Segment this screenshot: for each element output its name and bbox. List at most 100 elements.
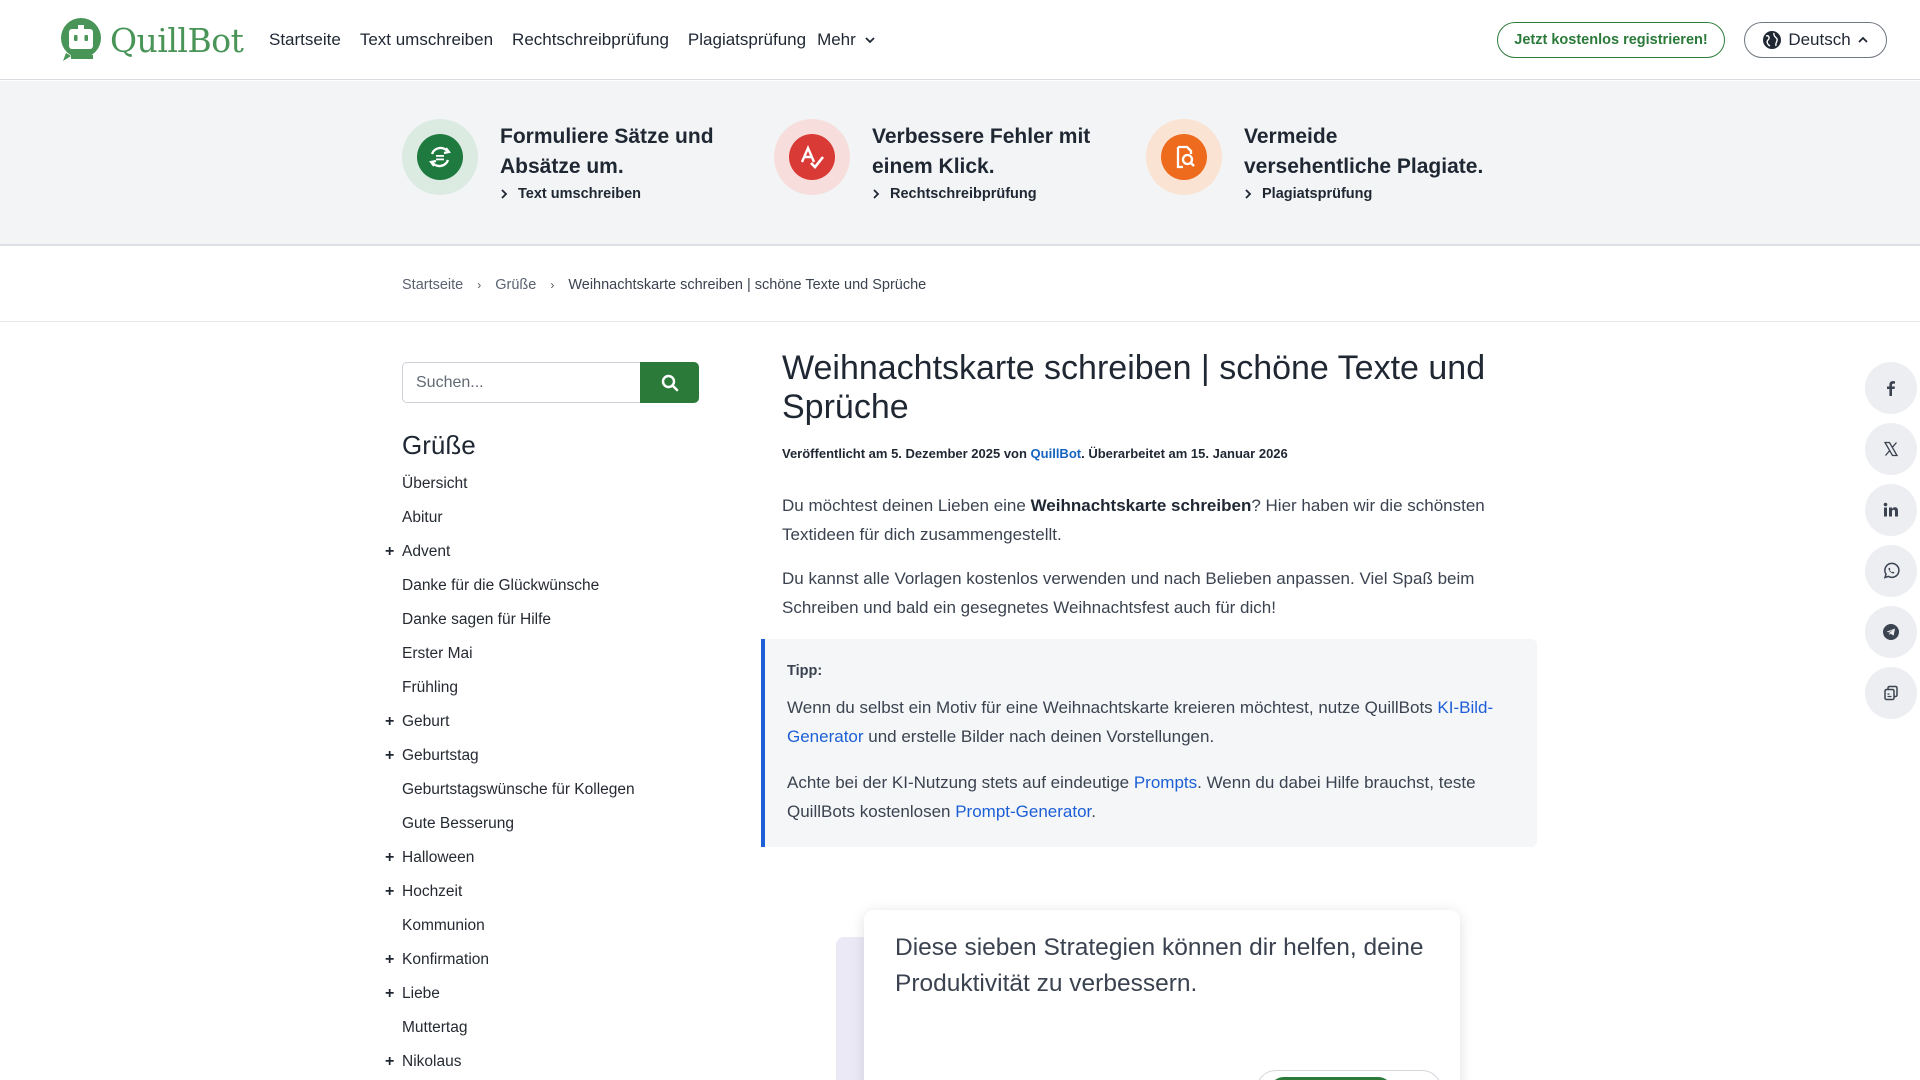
expand-plus-icon[interactable]: + — [385, 948, 394, 972]
share-column — [1865, 362, 1917, 728]
card-toggle[interactable] — [1256, 1070, 1442, 1080]
expand-plus-icon[interactable]: + — [385, 880, 394, 904]
sidebar-search — [402, 362, 699, 403]
nav-text-umschreiben[interactable]: Text umschreiben — [360, 30, 493, 50]
share-x-button[interactable] — [1865, 423, 1917, 475]
sidebar-item[interactable]: Gute Besserung — [402, 812, 635, 846]
sidebar-item[interactable]: + Halloween — [385, 846, 635, 880]
sidebar-item-label: Abitur — [402, 509, 443, 526]
sidebar-item-label: Hochzeit — [402, 883, 463, 900]
page-title: Weihnachtskarte schreiben | schöne Texte… — [782, 349, 1486, 426]
sidebar-item-label: Konfirmation — [402, 951, 490, 968]
telegram-icon — [1883, 624, 1899, 640]
search-input[interactable] — [402, 362, 640, 403]
intro-paragraph-2: Du kannst alle Vorlagen kostenlos verwen… — [782, 569, 1475, 617]
sidebar-item-label: Advent — [402, 543, 451, 560]
promo-plagiarism-link-label: Plagiatsprüfung — [1262, 186, 1373, 202]
whatsapp-icon — [1883, 562, 1900, 579]
nav-more-dropdown[interactable]: Mehr — [817, 30, 876, 50]
sidebar-item[interactable]: + Hochzeit — [385, 880, 635, 914]
search-button[interactable] — [640, 362, 699, 403]
breadcrumb-gruesse[interactable]: Grüße — [495, 277, 536, 293]
nav-rechtschreibpruefung[interactable]: Rechtschreibprüfung — [512, 30, 669, 50]
share-facebook-button[interactable] — [1865, 362, 1917, 414]
sidebar-item-label: Danke für die Glückwünsche — [402, 577, 600, 594]
expand-plus-icon[interactable]: + — [385, 1050, 394, 1074]
sidebar-item[interactable]: Erster Mai — [402, 642, 635, 676]
sidebar-item[interactable]: + Geburt — [385, 710, 635, 744]
sidebar-item-label: Kommunion — [402, 917, 485, 934]
expand-plus-icon[interactable]: + — [385, 982, 394, 1006]
globe-icon — [1763, 31, 1782, 49]
sidebar-item-label: Erster Mai — [402, 645, 473, 662]
prompt-generator-link[interactable]: Prompt-Generator — [955, 802, 1091, 821]
promo-rephrase-link[interactable]: Text umschreiben — [500, 186, 740, 202]
promo-plagiarism-title: Vermeide versehentliche Plagiate. — [1244, 125, 1484, 178]
nav-plagiatspruefung[interactable]: Plagiatsprüfung — [688, 30, 806, 50]
nav-more-label: Mehr — [817, 30, 856, 49]
tip-label: Tipp: — [787, 663, 823, 679]
prompts-link[interactable]: Prompts — [1134, 773, 1197, 792]
copy-link-button[interactable] — [1865, 667, 1917, 719]
promo-rephrase-title: Formuliere Sätze und Absätze um. — [500, 125, 714, 178]
breadcrumb-startseite[interactable]: Startseite — [402, 277, 463, 293]
sidebar-item[interactable]: Geburtstagswünsche für Kollegen — [402, 778, 635, 812]
share-linkedin-button[interactable] — [1865, 484, 1917, 536]
sidebar-item[interactable]: + Nikolaus — [385, 1050, 635, 1080]
expand-plus-icon[interactable]: + — [385, 846, 394, 870]
breadcrumb-separator-icon: › — [550, 278, 555, 292]
intro1-before: Du möchtest deinen Lieben eine — [782, 496, 1031, 515]
share-telegram-button[interactable] — [1865, 606, 1917, 658]
x-icon — [1883, 441, 1899, 457]
sidebar-item-label: Übersicht — [402, 475, 468, 492]
promo-grammar-link[interactable]: Rechtschreibprüfung — [872, 186, 1112, 202]
sidebar-item[interactable]: Abitur — [402, 506, 635, 540]
search-icon — [661, 374, 678, 391]
sidebar-item-label: Liebe — [402, 985, 440, 1002]
promo-plagiarism-link[interactable]: Plagiatsprüfung — [1244, 186, 1484, 202]
sidebar-item[interactable]: Übersicht — [402, 472, 635, 506]
main-nav: Startseite Text umschreiben Rechtschreib… — [269, 0, 876, 80]
nav-startseite[interactable]: Startseite — [269, 30, 341, 50]
site-header: QuillBot Startseite Text umschreiben Rec… — [0, 0, 1920, 80]
share-whatsapp-button[interactable] — [1865, 545, 1917, 597]
tip-paragraph-2: Achte bei der KI-Nutzung stets auf einde… — [787, 768, 1517, 826]
sidebar-item-label: Halloween — [402, 849, 475, 866]
sidebar-item[interactable]: Kommunion — [402, 914, 635, 948]
tip-p1-after: und erstelle Bilder nach deinen Vorstell… — [863, 727, 1215, 746]
sidebar-item[interactable]: Danke für die Glückwünsche — [402, 574, 635, 608]
chevron-right-icon — [501, 189, 508, 199]
sidebar-item[interactable]: Frühling — [402, 676, 635, 710]
expand-plus-icon[interactable]: + — [385, 710, 394, 734]
sidebar-item[interactable]: + Advent — [385, 540, 635, 574]
byline-suffix: . Überarbeitet am 15. Januar 2026 — [1081, 446, 1288, 461]
rephrase-icon — [429, 146, 451, 168]
language-selector[interactable]: Deutsch — [1744, 22, 1887, 58]
promo-rephrase-link-label: Text umschreiben — [518, 186, 642, 202]
sidebar-item[interactable]: Muttertag — [402, 1016, 635, 1050]
plagiarism-icon — [1176, 145, 1195, 169]
facebook-icon — [1887, 381, 1895, 396]
logo-wordmark: QuillBot — [110, 20, 244, 60]
chevron-down-icon — [865, 37, 875, 44]
register-button[interactable]: Jetzt kostenlos registrieren! — [1497, 22, 1725, 58]
linkedin-icon — [1883, 502, 1898, 517]
card-text: Diese sieben Strategien können dir helfe… — [895, 934, 1424, 997]
breadcrumb-separator-icon: › — [477, 278, 482, 292]
tip-paragraph-1: Wenn du selbst ein Motiv für eine Weihna… — [787, 693, 1517, 751]
sidebar-item[interactable]: + Liebe — [385, 982, 635, 1016]
sidebar-item[interactable]: + Geburtstag — [385, 744, 635, 778]
sidebar-item[interactable]: + Konfirmation — [385, 948, 635, 982]
promo-rephrase-icon-wrap — [402, 119, 478, 195]
tools-promo-strip: Formuliere Sätze und Absätze um. Text um… — [0, 81, 1920, 246]
promo-grammar-title: Verbessere Fehler mit einem Klick. — [872, 125, 1091, 178]
breadcrumb-bar: Startseite › Grüße › Weihnachtskarte sch… — [0, 248, 1920, 322]
quillbot-logo[interactable]: QuillBot — [58, 17, 244, 63]
sidebar-item-label: Danke sagen für Hilfe — [402, 611, 552, 628]
expand-plus-icon[interactable]: + — [385, 540, 394, 564]
sidebar-item[interactable]: Danke sagen für Hilfe — [402, 608, 635, 642]
expand-plus-icon[interactable]: + — [385, 744, 394, 768]
copy-icon — [1884, 685, 1898, 701]
promo-grammar-link-label: Rechtschreibprüfung — [890, 186, 1037, 202]
byline-author-link[interactable]: QuillBot — [1031, 446, 1082, 461]
